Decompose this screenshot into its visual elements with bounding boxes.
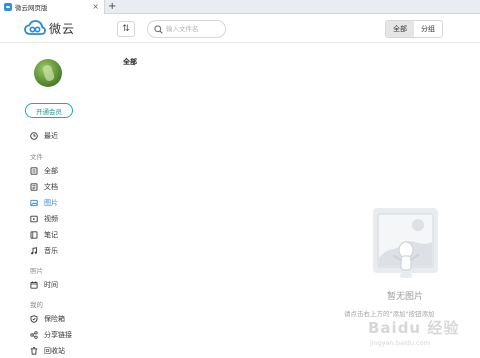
safe-icon — [30, 315, 38, 323]
trash-icon — [30, 347, 38, 355]
avatar[interactable] — [34, 59, 62, 87]
sidebar-item-label: 回收站 — [44, 347, 65, 355]
section-title-mine: 我的 — [30, 301, 43, 309]
clock-icon — [30, 132, 38, 140]
empty-state-title: 暂无图片 — [386, 292, 423, 302]
sidebar-item-label: 笔记 — [44, 231, 58, 239]
sidebar-item-recent[interactable]: 最近 — [30, 130, 58, 142]
browser-tab-title: 微云网页版 — [15, 4, 48, 12]
sidebar-item-label: 视频 — [44, 215, 58, 223]
sidebar-item-label: 时间 — [44, 281, 58, 289]
search-icon — [154, 24, 163, 34]
watermark-url: jingyan.baidu.com — [370, 339, 430, 347]
baidu-jingyan-watermark: Baidu 经验 jingyan.baidu.com — [365, 312, 477, 356]
sidebar-item-all[interactable]: 全部 — [30, 165, 58, 177]
section-title-photos: 照片 — [30, 267, 43, 275]
sidebar-item-label: 最近 — [44, 132, 58, 140]
sidebar-item-label: 全部 — [44, 167, 58, 175]
sidebar: 开通会员 最近 文件 全部 文档 图片 视频 笔记 音乐 照片 时间 我的 保险… — [0, 44, 98, 358]
share-icon — [30, 331, 38, 339]
sidebar-item-label: 文档 — [44, 183, 58, 191]
sidebar-item-label: 保险箱 — [44, 315, 65, 323]
music-icon — [30, 247, 38, 255]
sidebar-item-share-links[interactable]: 分享链接 — [30, 329, 72, 341]
sidebar-item-music[interactable]: 音乐 — [30, 245, 58, 257]
calendar-icon — [30, 281, 38, 289]
browser-tab[interactable]: 微云网页版 × — [0, 0, 105, 14]
sort-button[interactable]: ⇅ — [117, 21, 135, 37]
weiyun-cloud-icon — [24, 20, 46, 35]
section-title-files: 文件 — [30, 153, 43, 161]
view-switch: 全部 分组 — [385, 20, 443, 38]
page-title: 全部 — [123, 58, 137, 66]
new-tab-button[interactable]: + — [108, 0, 116, 14]
sidebar-item-time[interactable]: 时间 — [30, 279, 58, 291]
sidebar-item-documents[interactable]: 文档 — [30, 181, 58, 193]
vip-button[interactable]: 开通会员 — [25, 103, 73, 118]
close-tab-icon[interactable]: × — [92, 2, 99, 12]
sort-icon: ⇅ — [122, 24, 130, 34]
app-header: 微云 ⇅ 全部 分组 — [0, 15, 480, 43]
sidebar-item-label: 音乐 — [44, 247, 58, 255]
note-icon — [30, 231, 38, 239]
app-logo-text: 微云 — [49, 22, 76, 36]
sidebar-item-notes[interactable]: 笔记 — [30, 229, 58, 241]
sidebar-item-videos[interactable]: 视频 — [30, 213, 58, 225]
browser-tab-bar: 微云网页版 × + — [0, 0, 480, 14]
sidebar-item-images[interactable]: 图片 — [30, 197, 58, 209]
app-logo[interactable]: 微云 — [24, 20, 75, 37]
video-icon — [30, 215, 38, 223]
search-box[interactable] — [147, 20, 226, 38]
all-files-icon — [30, 167, 38, 175]
sidebar-item-label: 图片 — [44, 199, 58, 207]
image-icon — [30, 199, 38, 207]
sidebar-item-trash[interactable]: 回收站 — [30, 345, 65, 357]
view-tab-all[interactable]: 全部 — [386, 21, 414, 37]
sidebar-item-label: 分享链接 — [44, 331, 72, 339]
search-input[interactable] — [166, 25, 224, 33]
watermark-brand: Baidu 经验 — [368, 319, 460, 337]
document-icon — [30, 183, 38, 191]
sidebar-item-safe[interactable]: 保险箱 — [30, 313, 65, 325]
empty-image-illustration — [373, 208, 438, 278]
favicon-icon — [4, 3, 12, 11]
view-tab-group[interactable]: 分组 — [414, 21, 442, 37]
